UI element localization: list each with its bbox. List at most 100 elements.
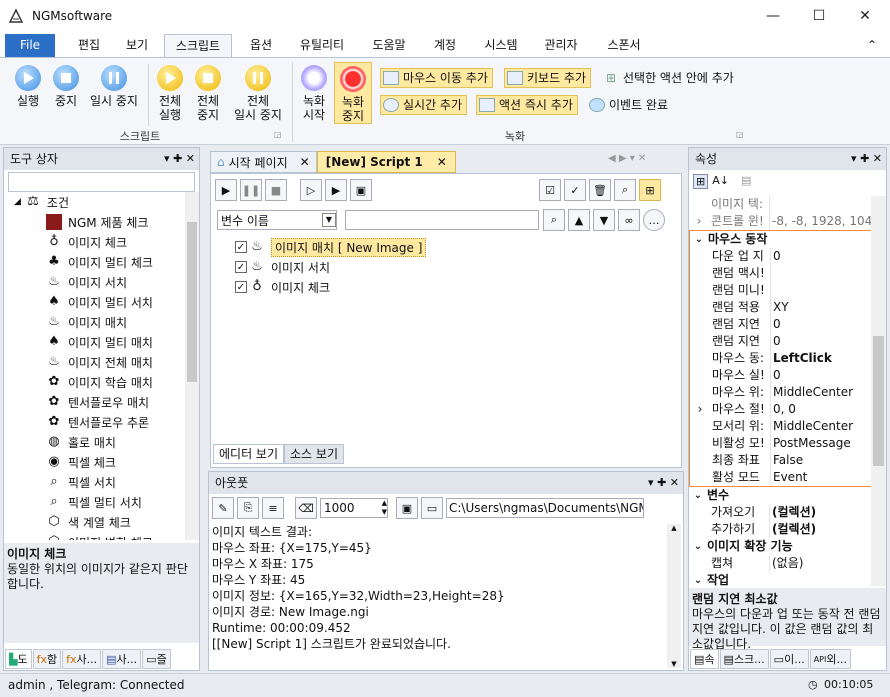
property-value[interactable]: XY bbox=[770, 299, 871, 316]
run-button[interactable]: 실행 bbox=[8, 65, 48, 108]
property-row[interactable]: 다운 업 지 0 bbox=[690, 248, 871, 265]
sort-alpha-icon[interactable]: A↓ bbox=[712, 174, 729, 189]
property-row[interactable]: 랜덤 지연 0 bbox=[690, 333, 871, 350]
checkbox[interactable]: ✓ bbox=[235, 261, 247, 273]
stop-icon[interactable]: ■ bbox=[265, 179, 287, 201]
script-item[interactable]: ✓ ♨ 이미지 서치 bbox=[235, 257, 426, 277]
toolbox-item[interactable]: ✿ 이미지 학습 매치 bbox=[4, 372, 199, 392]
property-value[interactable]: 0 bbox=[770, 316, 871, 333]
property-value[interactable] bbox=[770, 265, 871, 282]
pause-button[interactable]: 일시 중지 bbox=[86, 65, 142, 108]
folder-icon[interactable]: ▭ bbox=[421, 497, 443, 519]
search-icon[interactable]: ⌕ bbox=[543, 209, 565, 231]
tab-images[interactable]: ▭ 이... bbox=[769, 649, 809, 669]
property-value[interactable] bbox=[769, 196, 871, 213]
add-in-action-button[interactable]: ⊞ 선택한 액션 안에 추가 bbox=[600, 68, 739, 88]
property-row[interactable]: 비활성 모! PostMessage bbox=[690, 435, 871, 452]
tab-editor-view[interactable]: 에디터 보기 bbox=[213, 444, 285, 464]
pause-icon[interactable]: ❚❚ bbox=[240, 179, 262, 201]
property-row[interactable]: › 마우스 절! 0, 0 bbox=[690, 401, 871, 418]
tab-account[interactable]: 계정 bbox=[422, 34, 468, 57]
tab-favorites[interactable]: ▭ 즐 bbox=[142, 649, 171, 669]
tab-functions[interactable]: fx 함 bbox=[32, 649, 62, 669]
tab-help[interactable]: 도움말 bbox=[362, 34, 416, 57]
add-keyboard-button[interactable]: 키보드 추가 bbox=[504, 68, 592, 88]
checkbox[interactable]: ✓ bbox=[235, 241, 247, 253]
property-scrollbar[interactable] bbox=[871, 196, 886, 586]
ribbon-collapse-icon[interactable]: ⌃ bbox=[860, 34, 884, 57]
category-work[interactable]: ⌄ 작업 bbox=[689, 572, 871, 586]
toolbox-item[interactable]: ■ NGM 제품 체크 bbox=[4, 212, 199, 232]
maximize-button[interactable]: ☐ bbox=[796, 0, 842, 33]
property-value[interactable] bbox=[770, 282, 871, 299]
stop-button[interactable]: 중지 bbox=[48, 65, 84, 108]
toolbox-item[interactable]: ⬡ 색 계열 체크 bbox=[4, 512, 199, 532]
toolbox-item[interactable]: ◉ 픽셀 체크 bbox=[4, 452, 199, 472]
category-variables[interactable]: ⌄ 변수 bbox=[689, 487, 871, 504]
line-count-input[interactable]: 1000 ▲ ▼ bbox=[320, 498, 388, 518]
tab-properties[interactable]: ▤ 속 bbox=[690, 649, 719, 669]
toolbox-item[interactable]: ✿ 텐서플로우 추론 bbox=[4, 412, 199, 432]
close-button[interactable]: ✕ bbox=[842, 0, 888, 33]
script-item[interactable]: ✓ ♨ 이미지 매치 [ New Image ] bbox=[235, 237, 427, 257]
toolbox-item[interactable]: ♣ 이미지 멀티 체크 bbox=[4, 252, 199, 272]
toolbox-pin-icons[interactable]: ▾ ✚ ✕ bbox=[164, 148, 195, 170]
search-icon[interactable]: ⌕ bbox=[614, 179, 636, 201]
copy-icon[interactable]: ⎘ bbox=[237, 497, 259, 519]
tab-script-1[interactable]: [New] Script 1 ✕ bbox=[316, 151, 456, 173]
property-row[interactable]: 마우스 위: MiddleCenter bbox=[690, 384, 871, 401]
event-done-button[interactable]: 이벤트 완료 bbox=[586, 95, 673, 115]
tab-utility[interactable]: 유틸리티 bbox=[290, 34, 354, 57]
stop-all-button[interactable]: 전체 중지 bbox=[190, 65, 226, 122]
tab-script-explorer[interactable]: ▤ 스크... bbox=[719, 649, 769, 669]
pause-all-button[interactable]: 전체 일시 중지 bbox=[228, 65, 288, 122]
arrow-up-icon[interactable]: ▲ bbox=[568, 209, 590, 231]
toolbox-item[interactable]: ✿ 텐서플로우 매치 bbox=[4, 392, 199, 412]
property-row[interactable]: 이미지 텍: bbox=[689, 196, 871, 213]
save-icon[interactable]: ▣ bbox=[396, 497, 418, 519]
toolbox-item[interactable]: ⌕ 픽셀 멀티 서치 bbox=[4, 492, 199, 512]
toolbox-item[interactable]: ⬡ 이미지 변화 체크 bbox=[4, 532, 199, 540]
toolbox-scrollbar[interactable] bbox=[185, 192, 199, 540]
clear-icon[interactable]: ✎ bbox=[212, 497, 234, 519]
property-value[interactable]: Event bbox=[770, 469, 871, 486]
group-launcher-icon[interactable]: ◲ bbox=[736, 130, 744, 139]
toolbox-item[interactable]: ⌕ 픽셀 서치 bbox=[4, 472, 199, 492]
tab-user-functions[interactable]: fx 사... bbox=[62, 649, 102, 669]
more-icon[interactable]: … bbox=[643, 209, 665, 231]
property-row[interactable]: 랜덤 적용 XY bbox=[690, 299, 871, 316]
script-item[interactable]: ✓ ♁ 이미지 체크 bbox=[235, 277, 426, 297]
property-value[interactable]: 0 bbox=[770, 367, 871, 384]
property-row[interactable]: 랜덤 맥시! bbox=[690, 265, 871, 282]
tab-nav-icons[interactable]: ◀ ▶ ▾ ✕ bbox=[608, 153, 646, 164]
tab-source-view[interactable]: 소스 보기 bbox=[284, 444, 344, 464]
output-pin-icons[interactable]: ▾ ✚ ✕ bbox=[648, 472, 679, 494]
property-row[interactable]: 최종 좌표 False bbox=[690, 452, 871, 469]
property-value[interactable]: False bbox=[770, 452, 871, 469]
toolbox-item[interactable]: ♨ 이미지 전체 매치 bbox=[4, 352, 199, 372]
check-all-icon[interactable]: ☑ bbox=[539, 179, 561, 201]
tab-sponsor[interactable]: 스폰서 bbox=[596, 34, 652, 57]
check-icon[interactable]: ✓ bbox=[564, 179, 586, 201]
add-realtime-button[interactable]: 실시간 추가 bbox=[380, 95, 468, 115]
property-value[interactable]: 0 bbox=[770, 333, 871, 350]
property-row[interactable]: › 콘트롤 윈! -8, -8, 1928, 1048 bbox=[689, 213, 871, 230]
delete-icon[interactable]: 🗑 bbox=[589, 179, 611, 201]
step-into-icon[interactable]: ▣ bbox=[350, 179, 372, 201]
properties-pin-icons[interactable]: ▾ ✚ ✕ bbox=[851, 148, 882, 170]
tab-system[interactable]: 시스템 bbox=[474, 34, 528, 57]
tab-api[interactable]: API 외... bbox=[809, 649, 851, 669]
eraser-icon[interactable]: ⌫ bbox=[295, 497, 317, 519]
add-mouse-move-button[interactable]: 마우스 이동 추가 bbox=[380, 68, 493, 88]
toolbox-item[interactable]: ♠ 이미지 멀티 서치 bbox=[4, 292, 199, 312]
minimize-button[interactable]: — bbox=[750, 0, 796, 33]
toolbox-item[interactable]: ♨ 이미지 서치 bbox=[4, 272, 199, 292]
property-row[interactable]: 추가하기 (컬렉션) bbox=[689, 521, 871, 538]
property-value[interactable]: -8, -8, 1928, 1048 bbox=[769, 213, 871, 230]
property-row[interactable]: 활성 모드 Event bbox=[690, 469, 871, 486]
record-start-button[interactable]: 녹화 시작 bbox=[296, 65, 332, 122]
categorized-icon[interactable]: ⊞ bbox=[693, 174, 709, 189]
step-play-icon[interactable]: ▷ bbox=[300, 179, 322, 201]
file-menu[interactable]: File bbox=[5, 34, 55, 57]
property-value[interactable]: (없음) bbox=[769, 555, 871, 572]
